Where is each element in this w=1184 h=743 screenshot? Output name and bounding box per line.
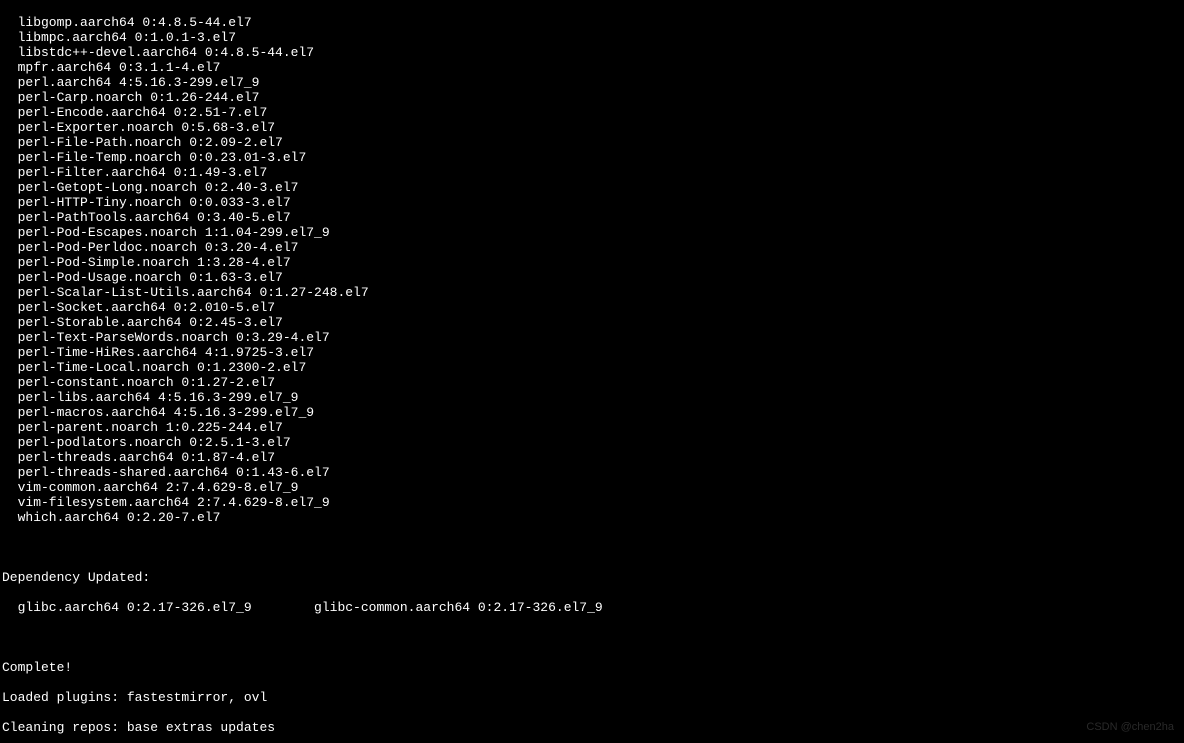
- package-line: perl-Pod-Simple.noarch 1:3.28-4.el7: [2, 255, 1182, 270]
- loaded-plugins-line: Loaded plugins: fastestmirror, ovl: [2, 690, 1182, 705]
- package-line: perl-Filter.aarch64 0:1.49-3.el7: [2, 165, 1182, 180]
- package-line: perl-Time-HiRes.aarch64 4:1.9725-3.el7: [2, 345, 1182, 360]
- package-line: perl-macros.aarch64 4:5.16.3-299.el7_9: [2, 405, 1182, 420]
- blank-line: [2, 630, 1182, 645]
- package-line: libstdc++-devel.aarch64 0:4.8.5-44.el7: [2, 45, 1182, 60]
- package-line: libmpc.aarch64 0:1.0.1-3.el7: [2, 30, 1182, 45]
- package-line: perl-Storable.aarch64 0:2.45-3.el7: [2, 315, 1182, 330]
- package-line: perl-Socket.aarch64 0:2.010-5.el7: [2, 300, 1182, 315]
- package-line: which.aarch64 0:2.20-7.el7: [2, 510, 1182, 525]
- package-line: perl-podlators.noarch 0:2.5.1-3.el7: [2, 435, 1182, 450]
- dependency-updated-line: glibc.aarch64 0:2.17-326.el7_9 glibc-com…: [2, 600, 1182, 615]
- package-line: perl-Scalar-List-Utils.aarch64 0:1.27-24…: [2, 285, 1182, 300]
- package-line: perl-PathTools.aarch64 0:3.40-5.el7: [2, 210, 1182, 225]
- package-line: perl-threads-shared.aarch64 0:1.43-6.el7: [2, 465, 1182, 480]
- package-line: mpfr.aarch64 0:3.1.1-4.el7: [2, 60, 1182, 75]
- package-line: perl-Pod-Usage.noarch 0:1.63-3.el7: [2, 270, 1182, 285]
- package-line: perl-Time-Local.noarch 0:1.2300-2.el7: [2, 360, 1182, 375]
- dependency-updated-header: Dependency Updated:: [2, 570, 1182, 585]
- complete-line: Complete!: [2, 660, 1182, 675]
- package-line: perl-Pod-Perldoc.noarch 0:3.20-4.el7: [2, 240, 1182, 255]
- package-line: vim-common.aarch64 2:7.4.629-8.el7_9: [2, 480, 1182, 495]
- watermark-text: CSDN @chen2ha: [1086, 720, 1174, 735]
- blank-line: [2, 540, 1182, 555]
- package-line: perl-Exporter.noarch 0:5.68-3.el7: [2, 120, 1182, 135]
- package-line: perl-Carp.noarch 0:1.26-244.el7: [2, 90, 1182, 105]
- package-line: perl-constant.noarch 0:1.27-2.el7: [2, 375, 1182, 390]
- package-line: perl-File-Path.noarch 0:2.09-2.el7: [2, 135, 1182, 150]
- package-line: perl-HTTP-Tiny.noarch 0:0.033-3.el7: [2, 195, 1182, 210]
- package-line: vim-filesystem.aarch64 2:7.4.629-8.el7_9: [2, 495, 1182, 510]
- package-line: perl-threads.aarch64 0:1.87-4.el7: [2, 450, 1182, 465]
- package-line: perl-Encode.aarch64 0:2.51-7.el7: [2, 105, 1182, 120]
- package-line: perl-File-Temp.noarch 0:0.23.01-3.el7: [2, 150, 1182, 165]
- cleaning-repos-line: Cleaning repos: base extras updates: [2, 720, 1182, 735]
- package-line: perl.aarch64 4:5.16.3-299.el7_9: [2, 75, 1182, 90]
- package-line: perl-Text-ParseWords.noarch 0:3.29-4.el7: [2, 330, 1182, 345]
- package-line: perl-libs.aarch64 4:5.16.3-299.el7_9: [2, 390, 1182, 405]
- package-line: libgomp.aarch64 0:4.8.5-44.el7: [2, 15, 1182, 30]
- package-line: perl-parent.noarch 1:0.225-244.el7: [2, 420, 1182, 435]
- terminal-output[interactable]: libgomp.aarch64 0:4.8.5-44.el7 libmpc.aa…: [0, 0, 1184, 743]
- package-line: perl-Pod-Escapes.noarch 1:1.04-299.el7_9: [2, 225, 1182, 240]
- package-line: perl-Getopt-Long.noarch 0:2.40-3.el7: [2, 180, 1182, 195]
